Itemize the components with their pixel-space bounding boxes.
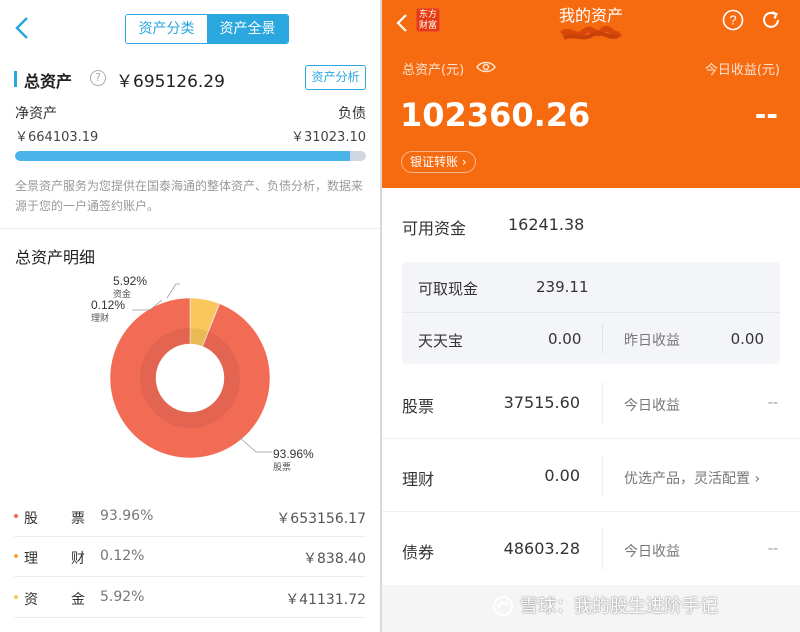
wealth-row[interactable]: 理财 0.00 优选产品，灵活配置 ›	[382, 439, 800, 512]
bank-transfer-button[interactable]: 银证转账 ›	[401, 151, 476, 173]
asset-detail-title: 总资产明细	[15, 248, 96, 267]
right-panel: 东方财富 我的资产 ? 总资产(元) 今日收益(元) 102360.26 -- …	[382, 0, 800, 632]
stock-label: 股票	[402, 397, 435, 416]
asset-row-cash[interactable]: 资 金 5.92% ￥41131.72	[14, 578, 366, 618]
debt-label: 负债	[338, 106, 366, 122]
total-assets-row: 总资产 ? ￥695126.29 资产分析	[14, 65, 366, 92]
tab-asset-overview[interactable]: 资产全景	[207, 15, 288, 43]
asset-header: 东方财富 我的资产 ? 总资产(元) 今日收益(元) 102360.26 -- …	[382, 0, 800, 188]
total-assets-value: ￥695126.29	[116, 72, 225, 92]
back-arrow-icon[interactable]	[12, 14, 34, 42]
asset-row-stock[interactable]: 股 票 93.96% ￥653156.17	[14, 497, 366, 537]
legend-dot	[14, 554, 18, 558]
bond-row[interactable]: 债券 48603.28 今日收益 --	[382, 512, 800, 585]
available-funds-value: 16241.38	[508, 215, 585, 234]
wealth-percent-label: 0.12%	[91, 298, 125, 312]
yesterday-income-label: 昨日收益	[624, 333, 680, 349]
net-assets-label: 净资产	[15, 106, 57, 122]
funds-detail-box: 可取现金 239.11 天天宝 0.00 昨日收益 0.00	[402, 262, 780, 364]
asset-percent: 5.92%	[100, 589, 145, 605]
asset-name-char2: 金	[71, 592, 85, 608]
asset-amount: ￥41131.72	[285, 592, 366, 608]
help-question-icon[interactable]: ?	[90, 70, 106, 86]
bond-today-income-label: 今日收益	[624, 544, 680, 560]
stock-leader-line	[237, 435, 272, 453]
asset-name-char2: 财	[71, 551, 85, 567]
donut-inner-shade	[140, 328, 240, 428]
divider	[602, 528, 603, 570]
asset-percent: 0.12%	[100, 548, 145, 564]
view-segmented-control: 资产分类 资产全景	[125, 14, 289, 44]
redacted-scribble	[560, 25, 622, 40]
today-income-label: 今日收益(元)	[704, 63, 780, 78]
net-assets-value: ￥664103.19	[15, 130, 99, 145]
net-ratio-fill	[15, 151, 351, 161]
svg-text:?: ?	[729, 13, 736, 28]
total-assets-label: 总资产(元)	[402, 63, 465, 78]
available-funds-row: 可用资金 16241.38	[382, 188, 800, 262]
left-panel: 资产分类 资产全景 总资产 ? ￥695126.29 资产分析 净资产 ￥664…	[0, 0, 380, 632]
divider	[0, 228, 380, 229]
donut-slice-stock[interactable]	[109, 297, 271, 459]
wealth-label: 理财	[402, 470, 435, 489]
service-description: 全景资产服务为您提供在国泰海通的整体资产、负债分析，数据来源于您的一户通签约账户…	[15, 179, 364, 213]
divider	[602, 324, 603, 354]
cash-leader-line	[166, 283, 180, 299]
divider	[602, 382, 603, 424]
wealth-value: 0.00	[544, 466, 580, 485]
bond-label: 债券	[402, 543, 435, 562]
total-assets-value: 102360.26	[400, 96, 591, 134]
withdrawable-cash-label: 可取现金	[418, 280, 479, 298]
net-debt-ratio-bar	[15, 151, 366, 161]
asset-name-char2: 票	[71, 511, 85, 527]
tab-asset-category[interactable]: 资产分类	[126, 15, 207, 43]
eye-icon[interactable]	[476, 60, 496, 74]
help-icon[interactable]: ?	[722, 9, 744, 31]
legend-dot	[14, 595, 18, 599]
asset-percent: 93.96%	[100, 508, 154, 524]
asset-row-wealth[interactable]: 理 财 0.12% ￥838.40	[14, 537, 366, 577]
wealth-name-label: 理财	[91, 312, 109, 324]
asset-name-char1: 理	[24, 551, 38, 567]
yesterday-income-value: 0.00	[730, 330, 764, 348]
stock-value: 37515.60	[503, 393, 580, 412]
divider	[402, 312, 780, 313]
wealth-products-link[interactable]: 优选产品，灵活配置 ›	[624, 468, 760, 488]
asset-amount: ￥653156.17	[276, 511, 366, 527]
stock-row[interactable]: 股票 37515.60 今日收益 --	[382, 366, 800, 439]
withdrawable-cash-value: 239.11	[536, 278, 589, 296]
cash-percent-label: 5.92%	[113, 274, 147, 288]
tiantianbao-value: 0.00	[548, 330, 582, 348]
tiantianbao-label: 天天宝	[418, 332, 464, 350]
available-funds-label: 可用资金	[402, 219, 467, 238]
today-income-value: --	[754, 98, 778, 131]
bond-today-income-value: --	[767, 541, 778, 557]
stock-percent-label: 93.96%	[273, 447, 314, 461]
debt-value: ￥31023.10	[290, 130, 366, 145]
divider	[602, 455, 603, 497]
asset-analysis-button[interactable]: 资产分析	[305, 65, 366, 90]
asset-amount: ￥838.40	[303, 551, 366, 567]
stock-today-income-value: --	[767, 395, 778, 411]
asset-name-char1: 资	[24, 592, 38, 608]
section-accent-bar	[14, 71, 17, 87]
stock-name-label: 股票	[273, 462, 291, 473]
total-assets-label: 总资产	[24, 72, 73, 91]
asset-donut-chart: 5.92%资金0.12%理财93.96%股票	[91, 274, 314, 473]
xueqiu-watermark: 雪球：我的股生进阶手记	[520, 596, 718, 617]
xueqiu-logo-icon	[493, 596, 513, 616]
asset-name-char1: 股	[24, 511, 38, 527]
bond-value: 48603.28	[503, 539, 580, 558]
legend-dot	[14, 514, 18, 518]
refresh-icon[interactable]	[760, 9, 782, 31]
stock-today-income-label: 今日收益	[624, 398, 680, 414]
